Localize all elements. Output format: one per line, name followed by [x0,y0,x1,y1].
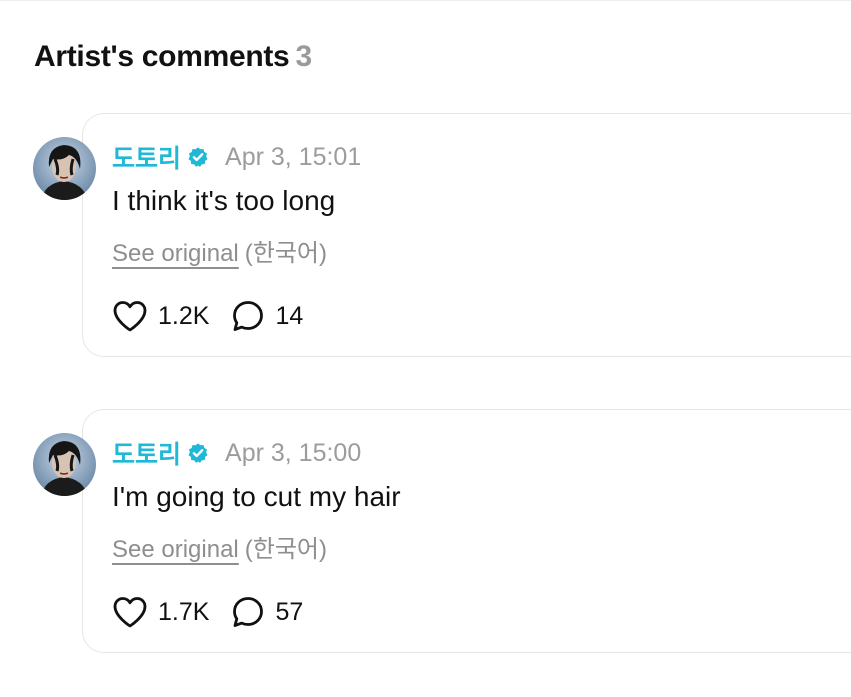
reply-button[interactable]: 14 [231,299,303,333]
comment-meta: 도토리 Apr 3, 15:00 [112,435,361,471]
comment-bubble-icon [233,597,264,627]
like-button[interactable]: 1.2K [112,299,209,333]
comment-count: 3 [295,40,312,73]
comment-meta: 도토리 Apr 3, 15:01 [112,139,361,175]
verified-badge-icon [188,443,208,463]
see-original-link[interactable]: See original [112,240,239,267]
original-language-label: (한국어) [244,240,327,267]
avatar[interactable] [33,433,96,496]
translation-row: See original (한국어) [112,233,327,268]
timestamp: Apr 3, 15:01 [225,142,362,171]
avatar-image [33,433,96,496]
reply-button[interactable]: 57 [231,595,303,629]
translation-row: See original (한국어) [112,529,327,564]
original-language-label: (한국어) [244,536,327,563]
comment-bubble-icon [233,301,264,331]
comment-actions: 1.2K 14 [112,299,303,333]
timestamp: Apr 3, 15:00 [225,438,362,467]
heart-icon [113,301,147,332]
author-name[interactable]: 도토리 [112,139,181,175]
top-divider [0,0,851,1]
comment-text: I'm going to cut my hair [112,481,401,512]
see-original-link[interactable]: See original [112,536,239,563]
verified-badge-icon [188,147,208,167]
section-title: Artist's comments [34,40,290,73]
like-count: 1.7K [158,597,210,626]
reply-count: 14 [275,301,304,330]
avatar-image [33,137,96,200]
section-header: Artist's comments 3 [34,40,312,74]
heart-icon [113,597,147,628]
comment-actions: 1.7K 57 [112,595,303,629]
author-name[interactable]: 도토리 [112,435,181,471]
comment-text: I think it's too long [112,185,336,216]
avatar[interactable] [33,137,96,200]
like-count: 1.2K [158,301,210,330]
comment-item: 도토리 Apr 3, 15:00 I'm going to cut my hai… [0,409,851,669]
like-button[interactable]: 1.7K [112,595,209,629]
comment-item: 도토리 Apr 3, 15:01 I think it's too long S… [0,113,851,373]
reply-count: 57 [275,597,304,626]
